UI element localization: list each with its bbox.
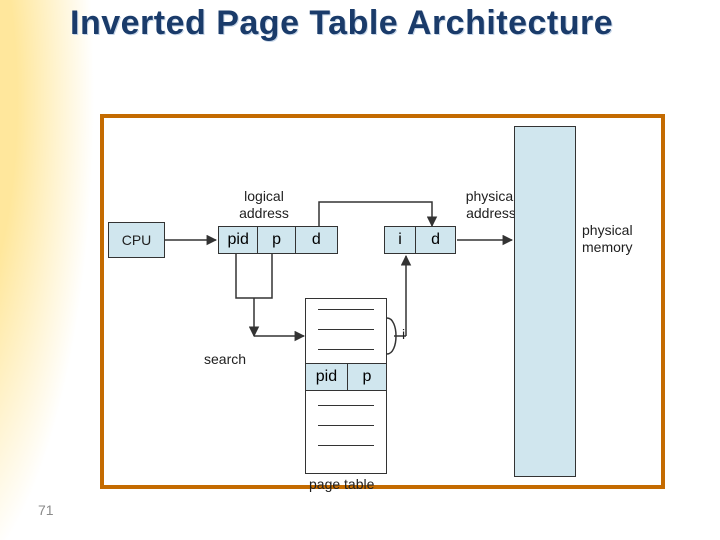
physical-memory-block: [514, 126, 576, 477]
ipt-pid-cell: pid: [306, 364, 349, 390]
ipt-slot: [306, 319, 386, 339]
logical-address-tuple: pid p d: [218, 226, 338, 254]
logical-d-label: d: [312, 231, 321, 249]
ipt-slot: [306, 415, 386, 435]
physical-i-cell: i: [385, 227, 416, 253]
page-table-label: page table: [309, 476, 374, 493]
cpu-block: CPU: [108, 222, 165, 258]
physical-i-label: i: [398, 231, 402, 249]
ipt-p-cell: p: [348, 364, 385, 390]
logical-pid-label: pid: [227, 231, 248, 249]
logical-d-cell: d: [296, 227, 337, 253]
logical-address-label: logical address: [219, 188, 309, 222]
inverted-page-table: pid p: [305, 298, 387, 474]
physical-d-cell: d: [416, 227, 455, 253]
physical-memory-label: physical memory: [582, 222, 660, 256]
ipt-slot: [306, 299, 386, 319]
diagram-frame: CPU logical address pid p d physical add…: [100, 114, 665, 489]
lookup-output-i: i: [402, 326, 405, 343]
logical-p-cell: p: [258, 227, 295, 253]
ipt-slot: [306, 395, 386, 415]
slide-title: Inverted Page Table Architecture: [70, 6, 613, 42]
search-label: search: [204, 351, 246, 368]
ipt-p-label: p: [363, 368, 372, 386]
logical-pid-cell: pid: [219, 227, 258, 253]
ipt-pid-label: pid: [316, 368, 337, 386]
ipt-slot: [306, 339, 386, 359]
cpu-label: CPU: [122, 232, 152, 248]
page-number: 71: [38, 502, 54, 518]
physical-address-tuple: i d: [384, 226, 456, 254]
ipt-slot: [306, 435, 386, 455]
physical-d-label: d: [431, 231, 440, 249]
ipt-entry-row: pid p: [305, 363, 387, 391]
logical-p-label: p: [272, 231, 281, 249]
